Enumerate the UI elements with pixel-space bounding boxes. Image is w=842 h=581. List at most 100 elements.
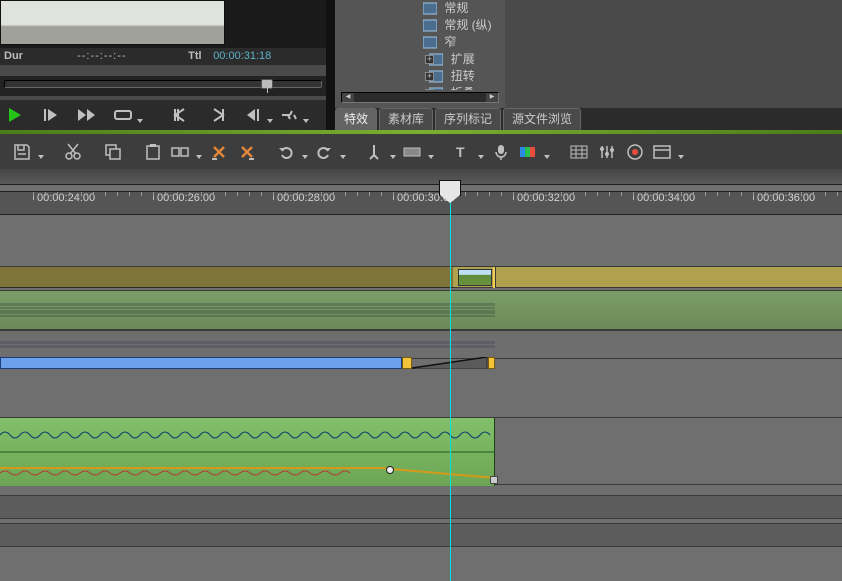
ruler-tick: 00:00:28:00 xyxy=(273,192,335,200)
ripple-button[interactable] xyxy=(168,139,204,165)
playhead-handle[interactable] xyxy=(439,180,461,196)
ruler-tick: 00:00:36:00 xyxy=(753,192,815,200)
clip-handle[interactable] xyxy=(402,357,412,369)
grid-button[interactable] xyxy=(566,139,592,165)
expand-icon[interactable]: + xyxy=(425,89,434,90)
fast-forward-button[interactable] xyxy=(74,104,100,126)
scrub-handle[interactable] xyxy=(261,79,273,89)
play-button[interactable] xyxy=(2,104,28,126)
scroll-right-button[interactable]: ▶ xyxy=(486,93,498,102)
ruler-minor-tick xyxy=(681,192,682,196)
ruler-minor-tick xyxy=(213,192,214,196)
audio-waveform xyxy=(0,418,495,486)
preview-panel: Dur --:--:--:-- Ttl 00:00:31:18 xyxy=(0,0,326,65)
clip-thumbnail[interactable] xyxy=(458,269,492,286)
ruler-minor-tick xyxy=(537,192,538,196)
tab-markers[interactable]: 序列标记 xyxy=(435,108,501,130)
tab-effects[interactable]: 特效 xyxy=(335,108,377,130)
panel-divider[interactable] xyxy=(326,0,335,130)
ruler-tick: 00:00:24:00 xyxy=(33,192,95,200)
effects-tree[interactable]: 常规 常规 (纵) 窄 + 扩展 + 扭转 + 折叠 xyxy=(335,0,505,90)
ruler-minor-tick xyxy=(837,192,838,196)
undo-button[interactable] xyxy=(274,139,310,165)
total-label: Ttl xyxy=(188,48,210,65)
playhead[interactable] xyxy=(450,185,451,581)
ruler-minor-tick xyxy=(69,192,70,196)
empty-track[interactable] xyxy=(0,523,842,547)
keyframe[interactable] xyxy=(386,466,394,474)
layout-button[interactable] xyxy=(650,139,686,165)
prev-edit-button[interactable] xyxy=(240,104,266,126)
scroll-left-button[interactable]: ◀ xyxy=(342,93,354,102)
loop-button[interactable] xyxy=(110,104,136,126)
tab-library[interactable]: 素材库 xyxy=(379,108,433,130)
clip-end-handle[interactable] xyxy=(490,476,498,484)
ruler-minor-tick xyxy=(597,192,598,196)
audio-track-1[interactable] xyxy=(0,290,842,330)
clip-body[interactable] xyxy=(0,357,402,369)
mark-out-button[interactable] xyxy=(204,104,230,126)
ruler-minor-tick xyxy=(729,192,730,196)
color-fx-button[interactable] xyxy=(516,139,552,165)
tab-source[interactable]: 源文件浏览 xyxy=(503,108,581,130)
cut-button[interactable] xyxy=(60,139,86,165)
delete-cut-a-button[interactable] xyxy=(206,139,232,165)
ruler-minor-tick xyxy=(141,192,142,196)
tree-label: 扩展 xyxy=(451,52,475,66)
transition-clip[interactable] xyxy=(0,357,495,369)
tree-item[interactable]: 常规 xyxy=(335,0,505,17)
fade-wedge[interactable] xyxy=(412,357,494,369)
ruler-minor-tick xyxy=(645,192,646,196)
ruler-minor-tick xyxy=(33,192,34,196)
audio-track-2[interactable] xyxy=(0,417,842,485)
tree-item[interactable]: + 折叠 xyxy=(335,85,505,90)
tree-item[interactable]: 常规 (纵) xyxy=(335,17,505,34)
audio-clip[interactable] xyxy=(0,418,495,486)
ruler-minor-tick xyxy=(777,192,778,196)
preview-scrubber[interactable] xyxy=(0,76,326,96)
ruler-minor-tick xyxy=(309,192,310,196)
clip-edge[interactable] xyxy=(493,267,496,288)
mixer-button[interactable] xyxy=(594,139,620,165)
next-edit-button[interactable] xyxy=(276,104,302,126)
ruler-minor-tick xyxy=(153,192,154,196)
fade-button[interactable] xyxy=(400,139,436,165)
ruler-minor-tick xyxy=(177,192,178,196)
scope-button[interactable] xyxy=(622,139,648,165)
video-track[interactable] xyxy=(0,266,842,288)
clip-handle[interactable] xyxy=(488,357,495,369)
tree-item[interactable]: + 扩展 xyxy=(335,51,505,68)
audio-track-1b[interactable] xyxy=(0,330,842,359)
scrub-tick xyxy=(267,87,268,93)
timeline-header-strip xyxy=(0,169,842,185)
paste-button[interactable] xyxy=(140,139,166,165)
redo-button[interactable] xyxy=(312,139,348,165)
video-clip[interactable] xyxy=(0,267,453,288)
ruler-minor-tick xyxy=(117,192,118,196)
title-button[interactable]: T xyxy=(450,139,486,165)
empty-track[interactable] xyxy=(0,495,842,519)
ruler-minor-tick xyxy=(741,192,742,196)
audio-waveform[interactable] xyxy=(0,331,495,358)
step-forward-button[interactable] xyxy=(38,104,64,126)
expand-icon[interactable]: + xyxy=(425,72,434,81)
svg-text:T: T xyxy=(456,144,465,160)
scrub-track[interactable] xyxy=(4,80,322,88)
duration-value: --:--:--:-- xyxy=(77,48,185,65)
ruler-minor-tick xyxy=(657,192,658,196)
voiceover-button[interactable] xyxy=(488,139,514,165)
mark-in-button[interactable] xyxy=(168,104,194,126)
preview-thumbnail[interactable] xyxy=(0,0,225,45)
time-ruler[interactable]: 00:00:24:00 00:00:26:00 00:00:28:00 00:0… xyxy=(0,191,842,215)
save-button[interactable] xyxy=(10,139,46,165)
copy-button[interactable] xyxy=(100,139,126,165)
audio-waveform[interactable] xyxy=(0,291,495,329)
expand-icon[interactable]: + xyxy=(425,55,434,64)
marker-button[interactable] xyxy=(362,139,398,165)
delete-cut-b-button[interactable] xyxy=(234,139,260,165)
tree-item[interactable]: + 扭转 xyxy=(335,68,505,85)
ruler-minor-tick xyxy=(813,192,814,196)
ruler-minor-tick xyxy=(669,192,670,196)
effects-h-scrollbar[interactable]: ◀ ▶ xyxy=(341,92,499,103)
tree-item[interactable]: 窄 xyxy=(335,34,505,51)
